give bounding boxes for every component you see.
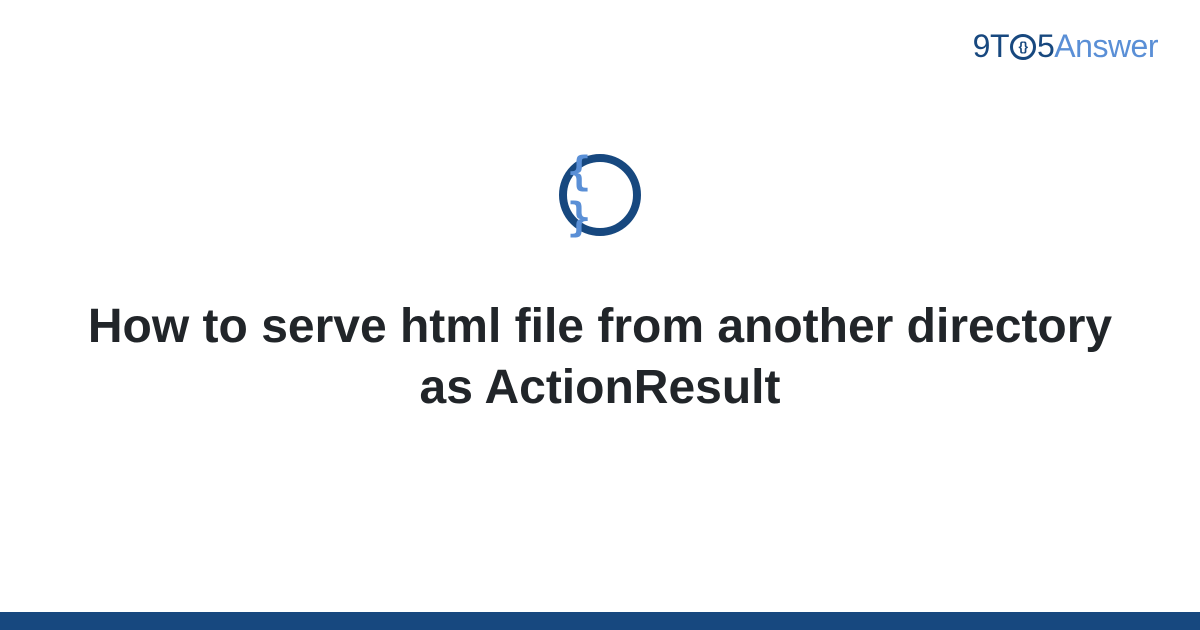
- logo-text-answer: Answer: [1054, 28, 1158, 64]
- code-braces-icon: { }: [559, 154, 641, 236]
- logo-text-5: 5: [1037, 28, 1054, 64]
- site-logo: 9T{}5Answer: [973, 28, 1158, 65]
- footer-accent-bar: [0, 612, 1200, 630]
- page-title: How to serve html file from another dire…: [60, 296, 1140, 419]
- braces-glyph: { }: [567, 149, 633, 241]
- logo-circle-icon: {}: [1010, 34, 1036, 60]
- logo-text-9t: 9T: [973, 28, 1009, 64]
